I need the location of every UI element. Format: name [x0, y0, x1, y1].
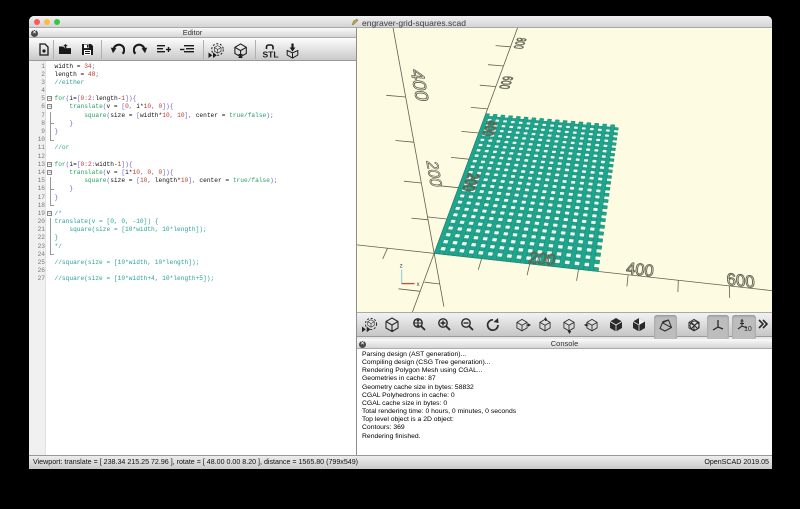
- svg-text:400: 400: [625, 259, 654, 281]
- svg-text:200: 200: [527, 249, 558, 270]
- svg-text:x: x: [417, 282, 420, 288]
- svg-text:10: 10: [744, 326, 752, 333]
- svg-text:200: 200: [422, 160, 445, 188]
- svg-text:z: z: [400, 264, 403, 270]
- svg-text:600: 600: [726, 270, 755, 292]
- svg-text:800: 800: [510, 37, 528, 49]
- svg-text:400: 400: [406, 69, 432, 103]
- svg-text:600: 600: [495, 75, 514, 89]
- svg-text:STL: STL: [263, 50, 279, 60]
